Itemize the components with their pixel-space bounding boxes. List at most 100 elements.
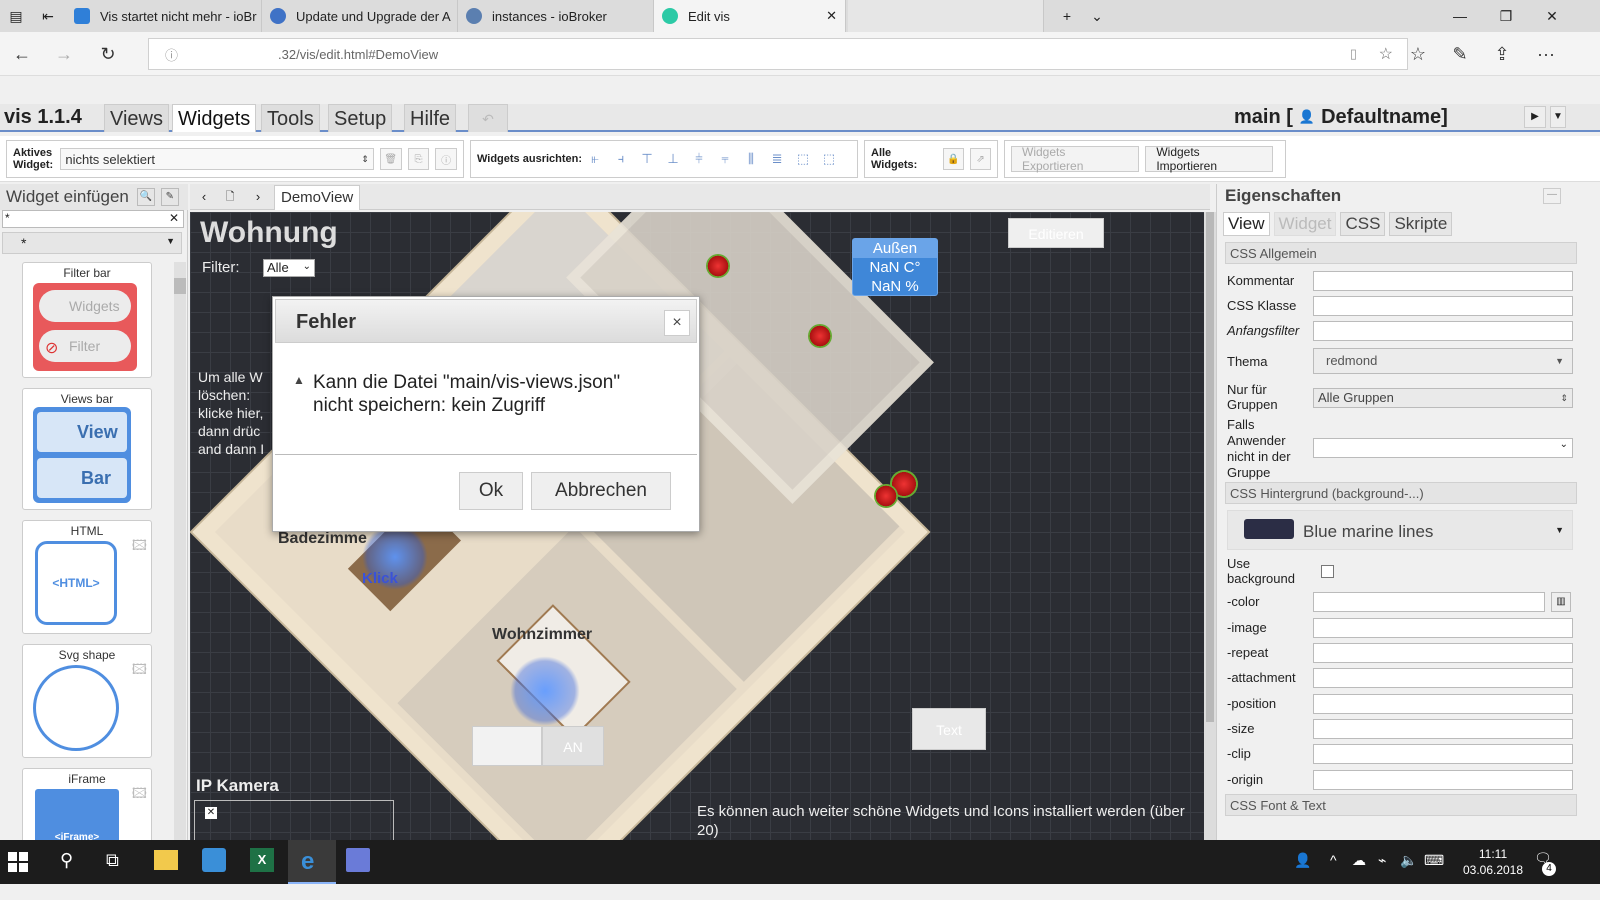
switch-off-part[interactable] <box>472 726 542 766</box>
edit-button[interactable]: Editieren <box>1008 218 1104 248</box>
outdoor-weather-widget[interactable]: Außen NaN C° NaN % <box>852 238 938 296</box>
living-lamp-icon[interactable] <box>510 656 580 726</box>
groups-select[interactable]: Alle Gruppen ⇕ <box>1313 388 1573 408</box>
align-left-icon[interactable]: ⫦ <box>585 149 605 169</box>
close-window-icon[interactable]: ✕ <box>1529 0 1575 32</box>
click-label[interactable]: Klick <box>362 570 398 587</box>
distribute-v-icon[interactable]: ≣ <box>767 149 787 169</box>
share-icon[interactable]: ⇪ <box>1488 40 1516 68</box>
align-vcenter-icon[interactable]: ⫩ <box>689 149 709 169</box>
widget-card-svg-shape[interactable]: Svg shape 🖾 <box>22 644 152 758</box>
collapse-panel-icon[interactable]: — <box>1543 188 1561 204</box>
bg-position-input[interactable] <box>1313 694 1573 714</box>
palette-scrollbar[interactable] <box>174 262 186 860</box>
distribute-h-icon[interactable]: ⫼ <box>741 149 761 169</box>
bg-repeat-input[interactable] <box>1313 643 1573 663</box>
windows-start-icon[interactable] <box>8 852 28 872</box>
view-list-icon[interactable]: 🗋 <box>220 186 240 208</box>
set-aside-tabs-icon[interactable]: ⇤ <box>32 0 64 32</box>
network-app-icon[interactable] <box>346 848 370 872</box>
clear-filter-icon[interactable]: ✕ <box>169 211 179 225</box>
widget-card-views-bar[interactable]: Views bar View Bar <box>22 388 152 510</box>
widget-filter-input[interactable]: * ✕ <box>2 210 184 228</box>
forward-icon[interactable]: → <box>50 40 78 68</box>
comment-input[interactable] <box>1313 271 1573 291</box>
prev-view-icon[interactable]: ‹ <box>194 186 214 208</box>
next-view-icon[interactable]: › <box>248 186 268 208</box>
bg-attachment-input[interactable] <box>1313 668 1573 688</box>
use-background-checkbox[interactable] <box>1321 565 1334 578</box>
search-icon[interactable]: 🔍 <box>136 188 155 206</box>
view-tab-demoview[interactable]: DemoView <box>274 185 361 210</box>
clock[interactable]: 11:11 03.06.2018 <box>1462 846 1524 878</box>
bg-size-input[interactable] <box>1313 719 1573 739</box>
play-icon[interactable]: ▶ <box>1524 106 1546 128</box>
browser-tab-3[interactable]: instances - ioBroker <box>458 0 654 32</box>
canvas-scrollbar[interactable] <box>1204 212 1216 840</box>
collapse-icon[interactable]: ▼ <box>1550 106 1566 128</box>
browser-tab-1[interactable]: Vis startet nicht mehr - ioBr <box>66 0 262 32</box>
minimize-icon[interactable]: — <box>1437 0 1483 32</box>
pin-icon[interactable]: ✎ <box>160 188 179 206</box>
css-class-input[interactable] <box>1313 296 1573 316</box>
export-widgets-button[interactable]: Widgets Exportieren <box>1011 145 1140 173</box>
same-width-icon[interactable]: ⬚ <box>793 149 813 169</box>
onedrive-icon[interactable]: ☁ <box>1352 852 1366 869</box>
more-menu-icon[interactable]: ··· <box>1532 40 1560 68</box>
palette-scroll-thumb[interactable] <box>174 278 186 294</box>
tab-view[interactable]: View <box>1223 212 1270 236</box>
bg-color-input[interactable] <box>1313 592 1545 612</box>
ok-button[interactable]: Ok <box>459 472 523 510</box>
css-background-section[interactable]: CSS Hintergrund (background-...) <box>1225 482 1577 504</box>
excel-icon[interactable]: X <box>250 848 274 872</box>
tray-chevron-icon[interactable]: ^ <box>1330 852 1337 868</box>
active-widget-select[interactable]: nichts selektiert ⇕ <box>60 148 374 170</box>
url-field[interactable]: ⓘ .32/vis/edit.html#DemoView ▯ ☆ <box>148 38 1408 70</box>
keyboard-icon[interactable]: ⌨ <box>1424 852 1444 869</box>
same-height-icon[interactable]: ⬚ <box>819 149 839 169</box>
back-icon[interactable]: ← <box>8 40 36 68</box>
tab-list-chevron-icon[interactable]: ⌄ <box>1074 0 1120 32</box>
browser-tab-4-active[interactable]: Edit vis ✕ <box>654 0 846 32</box>
bg-clip-input[interactable] <box>1313 744 1573 764</box>
theme-select[interactable]: redmond ▼ <box>1313 348 1573 374</box>
switch-on-button[interactable]: AN <box>542 726 604 766</box>
delete-widget-icon[interactable]: 🗑 <box>379 148 402 170</box>
not-in-group-select[interactable]: ⌄ <box>1313 438 1573 458</box>
reading-view-icon[interactable]: ▯ <box>1350 46 1357 62</box>
tab-actions-icon[interactable]: ▤ <box>0 0 32 32</box>
menu-hilfe[interactable]: Hilfe <box>404 104 457 132</box>
task-view-icon[interactable]: ⧉ <box>106 850 119 871</box>
copy-widget-icon[interactable]: ⎘ <box>407 148 430 170</box>
undo-icon[interactable]: ↶ <box>468 104 508 132</box>
css-font-section[interactable]: CSS Font & Text <box>1225 794 1577 816</box>
browser-tab-5[interactable] <box>848 0 1044 32</box>
widget-set-select[interactable]: * ▼ <box>2 232 182 254</box>
css-general-section[interactable]: CSS Allgemein <box>1225 242 1577 264</box>
tab-css[interactable]: CSS <box>1340 212 1386 236</box>
widget-card-html[interactable]: HTML 🖾 <HTML> <box>22 520 152 634</box>
refresh-icon[interactable]: ↻ <box>94 40 122 68</box>
canvas-scroll-thumb[interactable] <box>1206 212 1214 722</box>
align-bottom-icon[interactable]: ⊥ <box>663 149 683 169</box>
lock-icon[interactable]: 🔒 <box>943 148 965 170</box>
volume-icon[interactable]: 🔈 <box>1400 852 1417 869</box>
network-icon[interactable]: ⌁ <box>1378 852 1386 869</box>
import-widgets-button[interactable]: Widgets Importieren <box>1145 145 1273 173</box>
external-link-icon[interactable]: ⇗ <box>970 148 991 170</box>
people-icon[interactable]: 👤 <box>1294 852 1311 869</box>
search-icon[interactable]: ⚲ <box>60 850 73 871</box>
widget-card-filter-bar[interactable]: Filter bar Widgets Filter ⊘ <box>22 262 152 378</box>
menu-setup[interactable]: Setup <box>328 104 393 132</box>
menu-tools[interactable]: Tools <box>261 104 320 132</box>
initial-filter-input[interactable] <box>1313 321 1573 341</box>
text-widget[interactable]: Text <box>912 708 986 750</box>
widget-info-icon[interactable]: ⓘ <box>435 148 458 170</box>
align-hcenter-icon[interactable]: ⫧ <box>715 149 735 169</box>
menu-widgets[interactable]: Widgets <box>172 104 257 132</box>
close-tab-icon[interactable]: ✕ <box>826 8 837 24</box>
widget-card-iframe[interactable]: iFrame 🖾 <iFrame> <box>22 768 152 848</box>
favorites-hub-icon[interactable]: ☆ <box>1404 40 1432 68</box>
menu-views[interactable]: Views <box>104 104 169 132</box>
maximize-icon[interactable]: ❐ <box>1483 0 1529 32</box>
